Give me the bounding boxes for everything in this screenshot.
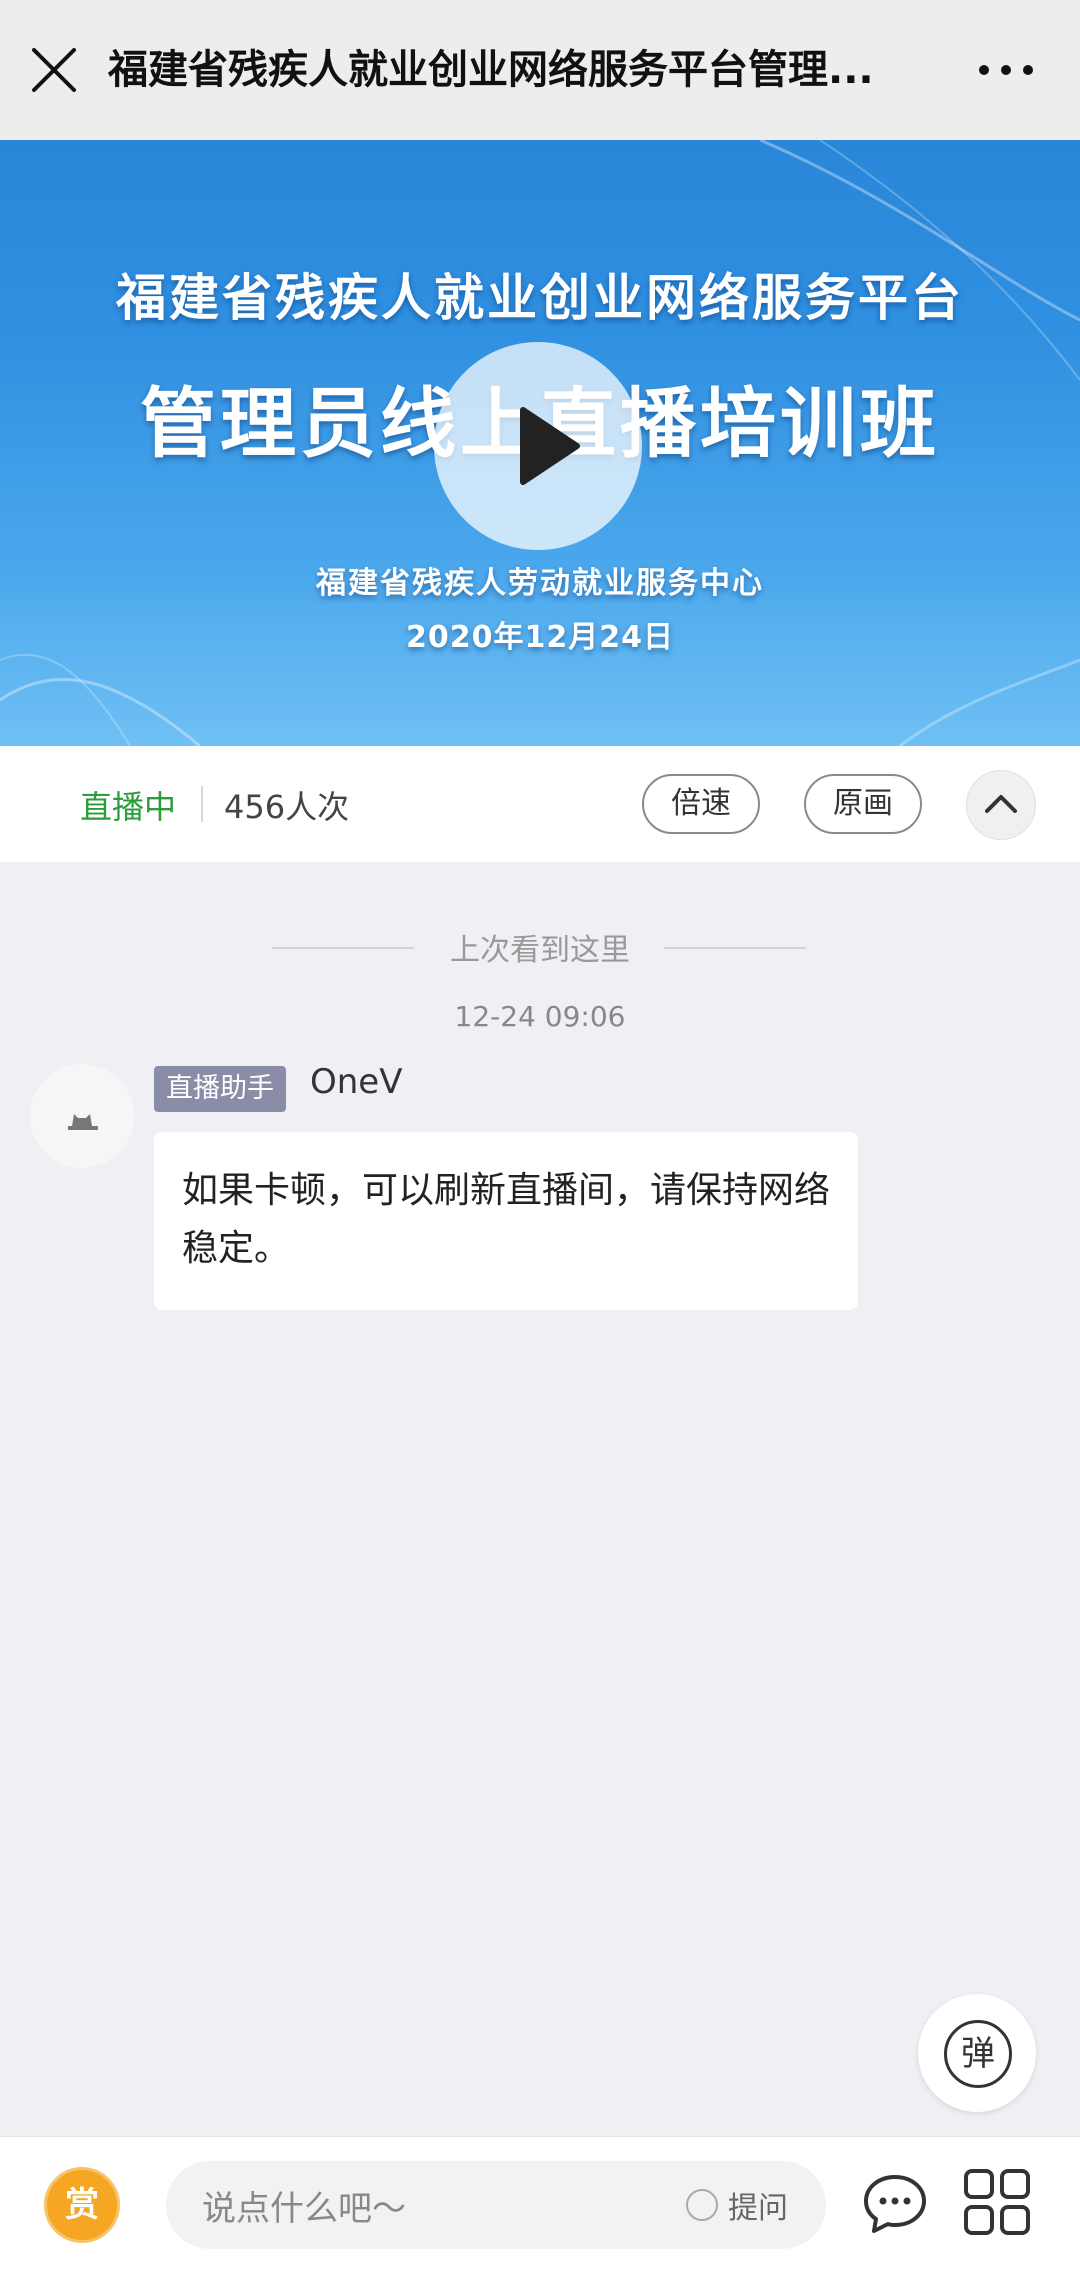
danmaku-label: 弹: [944, 2020, 1012, 2088]
avatar[interactable]: [30, 1064, 134, 1168]
status-divider: [201, 786, 203, 822]
play-button[interactable]: [434, 342, 642, 550]
sender-name: OneV: [310, 1062, 403, 1102]
message-timestamp: 12-24 09:06: [454, 1000, 626, 1033]
more-icon[interactable]: [976, 52, 1036, 88]
ask-question-label: 提问: [728, 2191, 788, 2226]
slide-organizer: 福建省残疾人劳动就业服务中心: [316, 566, 764, 601]
playback-speed-button[interactable]: 倍速: [642, 774, 760, 834]
comment-input[interactable]: 说点什么吧〜 提问: [166, 2161, 826, 2249]
danmaku-toggle-button[interactable]: 弹: [918, 1994, 1036, 2112]
ask-question-checkbox[interactable]: [686, 2189, 718, 2221]
live-status-bar: 直播中 456人次 倍速 原画: [0, 746, 1080, 862]
slide-title-line1: 福建省残疾人就业创业网络服务平台: [116, 269, 964, 327]
last-seen-marker: 上次看到这里: [450, 933, 630, 968]
live-status-label: 直播中: [80, 788, 177, 826]
play-icon: [520, 407, 580, 485]
live-video-player[interactable]: 福建省残疾人就业创业网络服务平台 管理员线上直播培训班 福建省残疾人劳动就业服务…: [0, 140, 1080, 746]
top-navigation-bar: 福建省残疾人就业创业网络服务平台管理...: [0, 0, 1080, 140]
chevron-up-icon[interactable]: [966, 770, 1036, 840]
divider-right: [664, 947, 806, 949]
close-icon[interactable]: [26, 42, 82, 98]
cat-avatar-icon: [68, 1114, 98, 1130]
reward-button[interactable]: 赏: [44, 2167, 120, 2243]
comment-placeholder: 说点什么吧〜: [202, 2189, 406, 2229]
slide-date: 2020年12月24日: [406, 620, 674, 655]
chat-message-bubble: 如果卡顿，可以刷新直播间，请保持网络稳定。: [154, 1132, 858, 1310]
page-title: 福建省残疾人就业创业网络服务平台管理...: [108, 47, 874, 93]
quality-button[interactable]: 原画: [804, 774, 922, 834]
bottom-input-bar: 赏 说点什么吧〜 提问: [0, 2136, 1080, 2269]
viewer-count: 456人次: [224, 788, 350, 826]
chat-bubble-icon[interactable]: [862, 2173, 928, 2239]
grid-menu-icon[interactable]: [962, 2167, 1032, 2241]
assistant-badge: 直播助手: [154, 1066, 286, 1112]
